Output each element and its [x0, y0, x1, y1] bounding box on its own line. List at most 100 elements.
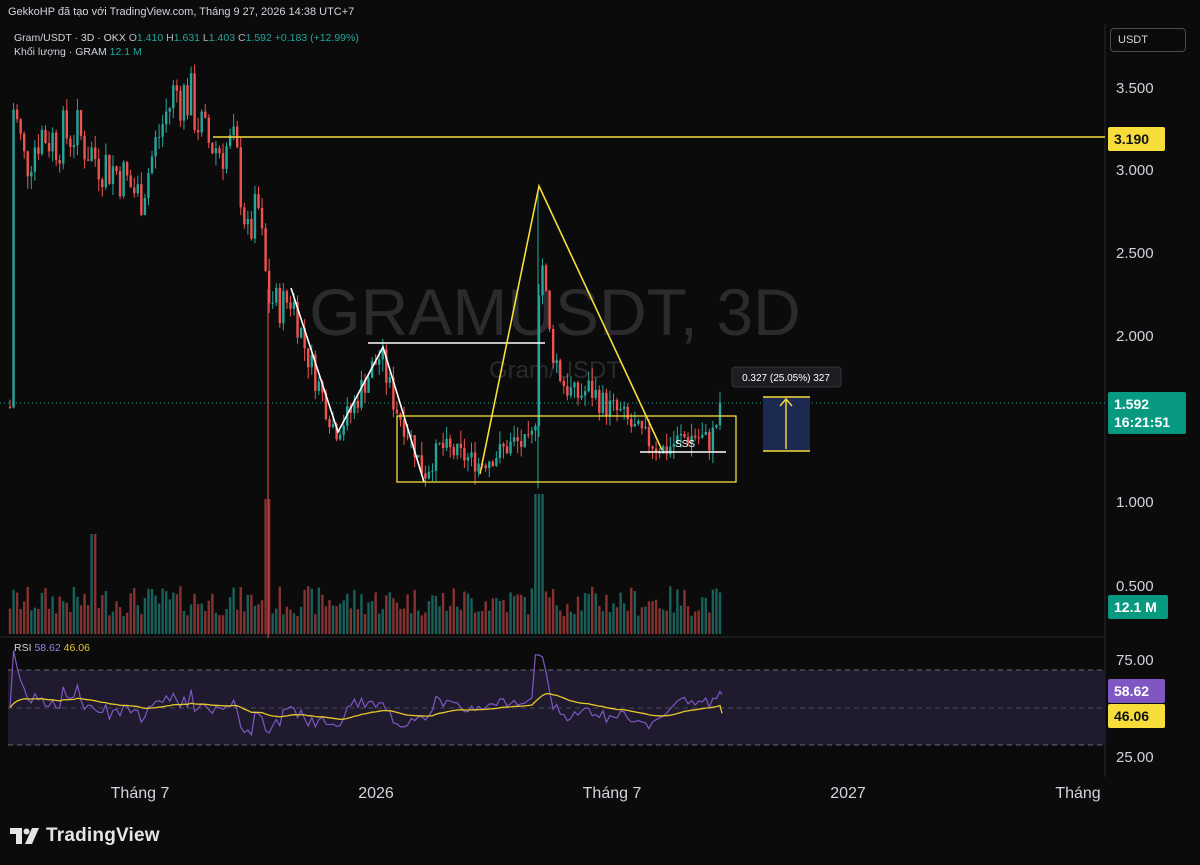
- volume-bar: [704, 597, 707, 634]
- candle-body: [86, 159, 90, 161]
- volume-bar: [253, 605, 257, 634]
- volume-bar: [591, 586, 594, 634]
- currency-unit-button[interactable]: USDT: [1110, 28, 1186, 52]
- high-value: 1.631: [173, 32, 200, 44]
- volume-bar: [654, 599, 658, 634]
- candle-body: [509, 441, 512, 454]
- candle-body: [129, 175, 132, 188]
- volume-bar: [72, 586, 76, 634]
- candle-body: [69, 138, 72, 147]
- volume-bar: [537, 494, 541, 634]
- volume-bar: [395, 602, 399, 634]
- candle-body: [115, 166, 118, 171]
- volume-bar: [115, 601, 118, 634]
- volume-bar: [566, 603, 569, 634]
- author-line: GekkoHP đã tạo với TradingView.com, Thán…: [0, 0, 1200, 24]
- volume-bar: [367, 602, 370, 634]
- tradingview-logo-icon: [10, 828, 39, 844]
- volume-bar: [207, 600, 210, 634]
- change-value: +0.183 (+12.99%): [274, 32, 359, 44]
- candle-body: [708, 431, 711, 451]
- x-tick-label: Tháng 7: [583, 785, 642, 802]
- volume-bar: [466, 593, 470, 634]
- candle-body: [30, 171, 33, 177]
- watermark-subtitle: Gram/USDT: [489, 357, 621, 384]
- volume-bar: [463, 591, 466, 634]
- candle-body: [331, 424, 335, 428]
- candle-body: [118, 170, 122, 197]
- volume-bar: [647, 601, 651, 634]
- volume-label[interactable]: Khối lượng · GRAM: [14, 46, 107, 58]
- volume-bar: [424, 612, 427, 634]
- rsi-label[interactable]: RSI: [14, 642, 32, 654]
- candle-body: [619, 408, 622, 411]
- candle-body: [47, 143, 51, 152]
- candle-body: [90, 147, 93, 161]
- volume-bar: [299, 606, 303, 634]
- volume-bar: [86, 605, 90, 634]
- volume-bar: [76, 596, 79, 634]
- volume-bar: [228, 597, 232, 634]
- volume-bar: [630, 587, 633, 634]
- candle-body: [200, 111, 203, 133]
- candle-body: [573, 382, 576, 388]
- candle-body: [65, 110, 68, 139]
- volume-bar: [289, 609, 292, 634]
- volume-bar: [445, 610, 448, 634]
- symbol-label[interactable]: Gram/USDT · 3D · OKX: [14, 32, 126, 44]
- candle-body: [104, 154, 108, 188]
- volume-bar: [569, 611, 573, 634]
- volume-bar: [108, 615, 111, 634]
- candle-body: [33, 147, 37, 172]
- volume-bar: [672, 612, 676, 634]
- volume-bar: [186, 615, 189, 634]
- measure-label: 0.327 (25.05%) 327: [742, 373, 830, 384]
- candle-body: [622, 406, 626, 409]
- volume-bar: [534, 494, 537, 634]
- volume-bar: [264, 499, 267, 634]
- candle-body: [12, 109, 15, 408]
- candle-body: [566, 385, 569, 396]
- candle-body: [108, 154, 111, 184]
- candle-body: [264, 228, 267, 271]
- y-tick-label: 0.500: [1116, 578, 1154, 595]
- volume-bar: [214, 612, 218, 634]
- candle-body: [225, 146, 228, 169]
- candle-body: [626, 406, 629, 419]
- candle-body: [388, 377, 392, 383]
- volume-bar: [658, 608, 661, 634]
- volume-bar: [541, 494, 544, 634]
- x-tick-label: Tháng 7: [111, 785, 170, 802]
- volume-bar: [477, 611, 480, 634]
- volume-bar: [250, 594, 253, 634]
- candle-body: [221, 153, 225, 169]
- candle-body: [289, 302, 292, 309]
- volume-bar: [413, 589, 416, 634]
- candle-body: [520, 441, 523, 447]
- price-chart[interactable]: GRAMUSDT, 3D Gram/USDT SSS 0.327 (25.05%…: [0, 24, 1200, 806]
- footer: TradingView: [0, 806, 1200, 865]
- volume-bar: [370, 601, 374, 634]
- volume-bar: [150, 589, 154, 634]
- candle-body: [679, 433, 683, 436]
- candle-body: [193, 73, 196, 130]
- tradingview-logo[interactable]: TradingView: [10, 825, 160, 847]
- volume-bar: [470, 598, 473, 634]
- volume-bar: [452, 588, 455, 634]
- volume-bar: [338, 603, 342, 634]
- candle-body: [328, 419, 331, 428]
- volume-bar: [328, 600, 331, 634]
- candle-body: [601, 392, 605, 413]
- volume-bar: [520, 594, 523, 634]
- volume-bar: [37, 609, 40, 634]
- volume-bar: [715, 588, 718, 634]
- volume-bar: [317, 587, 321, 634]
- candle-body: [477, 463, 480, 472]
- low-value: 1.403: [208, 32, 236, 44]
- candle-body: [598, 389, 601, 413]
- candle-body: [470, 452, 473, 458]
- candle-body: [441, 442, 445, 449]
- candle-body: [182, 85, 186, 121]
- candle-body: [559, 360, 562, 381]
- candle-body: [189, 73, 193, 116]
